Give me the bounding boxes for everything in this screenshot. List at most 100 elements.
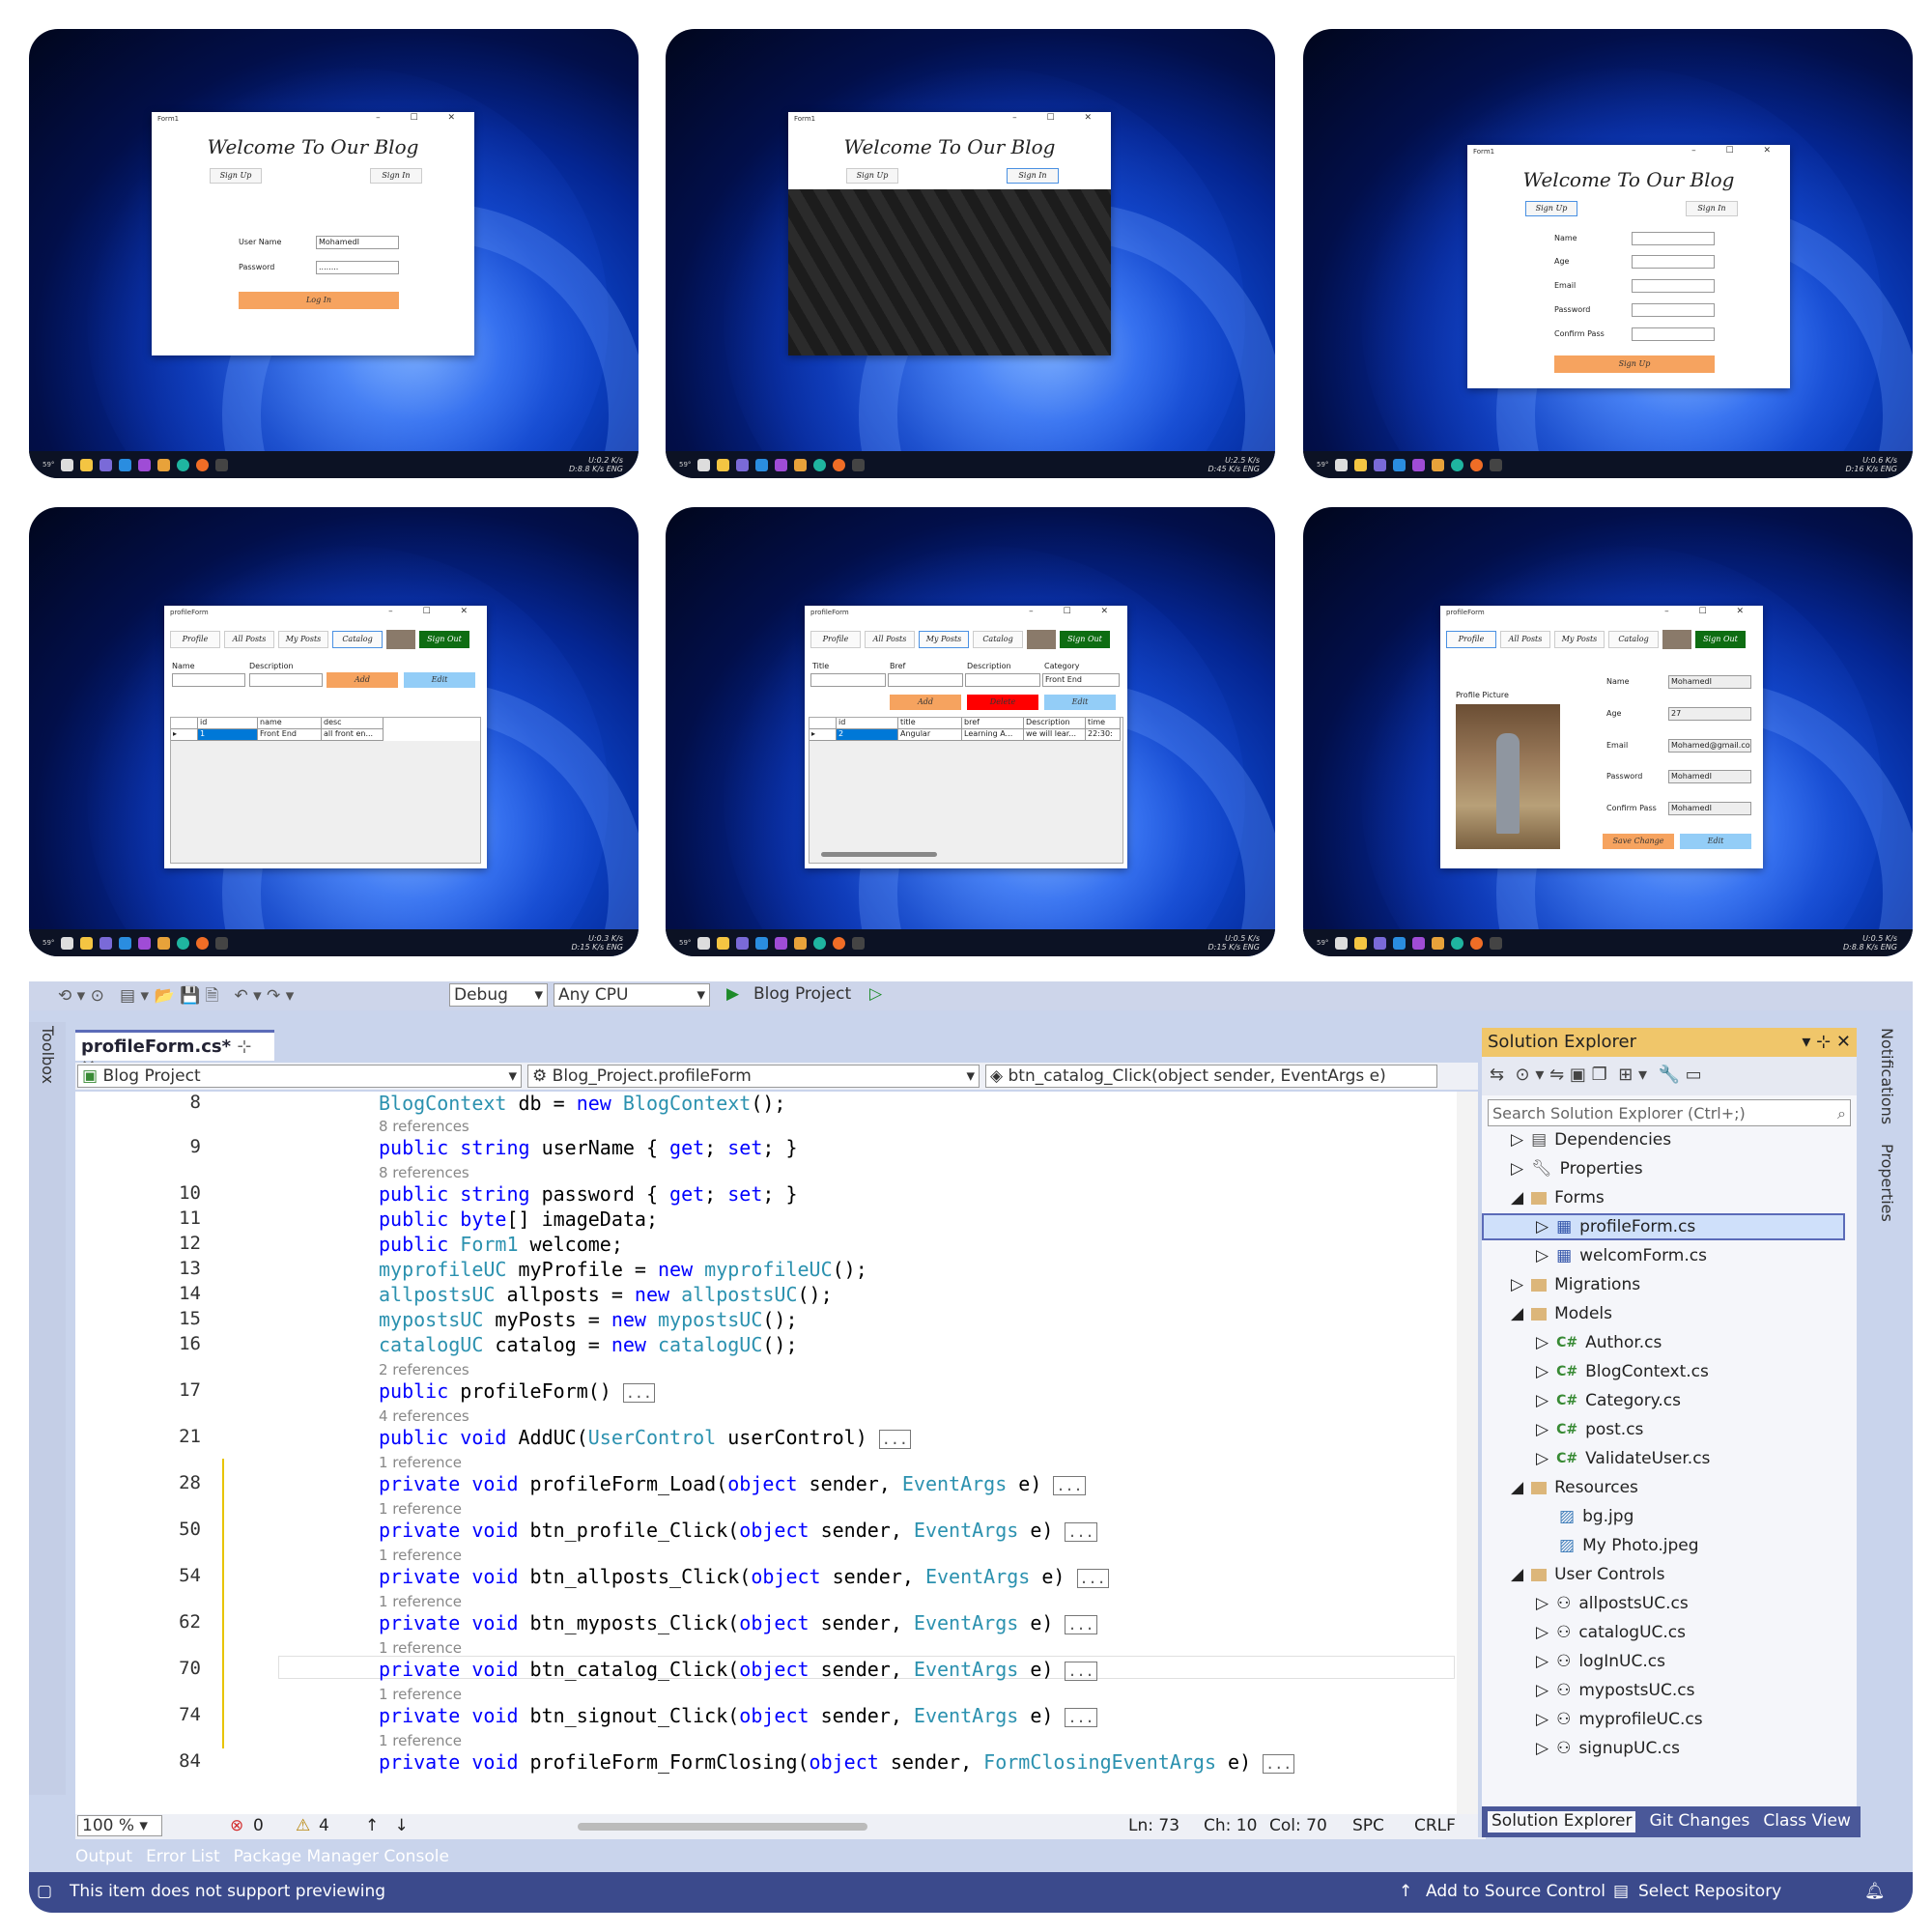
app-icon[interactable] bbox=[794, 458, 808, 471]
warning-count[interactable]: 4 bbox=[319, 1816, 329, 1835]
vscode-icon[interactable] bbox=[119, 936, 132, 950]
tab-solution-explorer[interactable]: Solution Explorer bbox=[1488, 1811, 1636, 1833]
tree-item-forms[interactable]: ◢ Forms bbox=[1511, 1188, 1605, 1208]
tree-item-blogcontext[interactable]: ▷ C# BlogContext.cs bbox=[1536, 1362, 1709, 1381]
firefox-icon[interactable] bbox=[1470, 458, 1484, 471]
config-select[interactable]: Debug ▾ bbox=[449, 983, 548, 1007]
code-line[interactable]: allpostsUC allposts = new allpostsUC(); bbox=[379, 1283, 833, 1306]
tab-error-list[interactable]: Error List bbox=[146, 1847, 220, 1866]
nav-catalog[interactable]: Catalog bbox=[332, 631, 383, 648]
window-controls[interactable]: – ☐ ✕ bbox=[388, 607, 481, 616]
running-app-icon[interactable] bbox=[215, 458, 229, 471]
running-app-icon[interactable] bbox=[852, 458, 866, 471]
visual-studio-icon[interactable] bbox=[1412, 936, 1426, 950]
sign-out-button[interactable]: Sign Out bbox=[1695, 631, 1746, 648]
nav-catalog[interactable]: Catalog bbox=[973, 631, 1023, 648]
vscode-icon[interactable] bbox=[1393, 458, 1406, 471]
repo-icon[interactable]: ▤ bbox=[1613, 1882, 1629, 1901]
start-icon[interactable] bbox=[1335, 458, 1349, 471]
vscode-icon[interactable] bbox=[1393, 936, 1406, 950]
start-icon[interactable] bbox=[61, 936, 74, 950]
code-line[interactable]: BlogContext db = new BlogContext(); bbox=[379, 1092, 785, 1115]
code-lens[interactable]: 1 reference bbox=[379, 1639, 462, 1657]
code-lens[interactable]: 8 references bbox=[379, 1118, 469, 1135]
window-controls[interactable]: – ☐ ✕ bbox=[1029, 607, 1122, 616]
tab-class-view[interactable]: Class View bbox=[1763, 1811, 1850, 1833]
tree-item-welcomform[interactable]: ▷ ▦ welcomForm.cs bbox=[1536, 1246, 1707, 1265]
explorer-icon[interactable] bbox=[717, 936, 730, 950]
tree-item-post[interactable]: ▷ C# post.cs bbox=[1536, 1420, 1643, 1439]
code-lens[interactable]: 1 reference bbox=[379, 1500, 462, 1518]
tree-item-properties[interactable]: ▷ 🔧︎ Properties bbox=[1511, 1159, 1643, 1179]
tree-item-author[interactable]: ▷ C# Author.cs bbox=[1536, 1333, 1662, 1352]
avatar[interactable] bbox=[386, 630, 415, 649]
tree-item-mypostsuc[interactable]: ▷ ⚇ mypostsUC.cs bbox=[1536, 1681, 1694, 1700]
edge-icon[interactable] bbox=[1451, 458, 1464, 471]
teams-icon[interactable] bbox=[1374, 936, 1387, 950]
start-icon[interactable] bbox=[1335, 936, 1349, 950]
horizontal-scrollbar[interactable] bbox=[821, 852, 937, 857]
code-line[interactable]: private void btn_catalog_Click(object se… bbox=[379, 1658, 1097, 1681]
nav-catalog[interactable]: Catalog bbox=[1608, 631, 1659, 648]
add-source-control[interactable]: Add to Source Control bbox=[1426, 1882, 1605, 1901]
confirm-pass-input[interactable] bbox=[1632, 327, 1715, 341]
explorer-icon[interactable] bbox=[1354, 936, 1368, 950]
firefox-icon[interactable] bbox=[196, 936, 210, 950]
description-input[interactable] bbox=[249, 673, 323, 687]
code-lens[interactable]: 1 reference bbox=[379, 1547, 462, 1564]
code-line[interactable]: public string password { get; set; } bbox=[379, 1182, 798, 1206]
teams-icon[interactable] bbox=[99, 936, 113, 950]
class-combo[interactable]: ⚙ Blog_Project.profileForm ▾ bbox=[527, 1065, 980, 1088]
nav-my-posts[interactable]: My Posts bbox=[919, 631, 969, 648]
code-line[interactable]: public Form1 welcome; bbox=[379, 1233, 623, 1256]
app-icon[interactable] bbox=[1432, 458, 1445, 471]
visual-studio-icon[interactable] bbox=[775, 458, 788, 471]
window-controls[interactable]: – ☐ ✕ bbox=[1012, 113, 1105, 123]
solution-tree[interactable]: ▷ ▤ Dependencies ▷ 🔧︎ Properties ◢ Forms ▷… bbox=[1482, 1130, 1861, 1772]
app-icon[interactable] bbox=[1432, 936, 1445, 950]
age-field[interactable]: 27 bbox=[1668, 707, 1751, 721]
edge-icon[interactable] bbox=[177, 458, 190, 471]
login-button[interactable]: Log In bbox=[239, 292, 399, 309]
explorer-icon[interactable] bbox=[717, 458, 730, 471]
line-ending-indicator[interactable]: CRLF bbox=[1414, 1816, 1456, 1835]
tab-output[interactable]: Output bbox=[75, 1847, 132, 1866]
code-line[interactable]: private void btn_allposts_Click(object s… bbox=[379, 1565, 1109, 1588]
start-icon[interactable] bbox=[697, 936, 711, 950]
firefox-icon[interactable] bbox=[196, 458, 210, 471]
solution-search[interactable]: Search Solution Explorer (Ctrl+;) ⌕ bbox=[1488, 1099, 1851, 1126]
error-count[interactable]: 0 bbox=[253, 1816, 264, 1835]
password-input[interactable]: ........ bbox=[316, 261, 399, 274]
nav-all-posts[interactable]: All Posts bbox=[224, 631, 274, 648]
run-target[interactable]: Blog Project bbox=[753, 984, 851, 1004]
window-controls[interactable]: – ☐ ✕ bbox=[376, 113, 469, 123]
teams-icon[interactable] bbox=[736, 936, 750, 950]
name-field[interactable]: MohamedI bbox=[1668, 675, 1751, 689]
email-input[interactable] bbox=[1632, 279, 1715, 293]
code-line[interactable]: catalogUC catalog = new catalogUC(); bbox=[379, 1333, 798, 1356]
vscode-icon[interactable] bbox=[755, 458, 769, 471]
tree-item-cataloguc[interactable]: ▷ ⚇ catalogUC.cs bbox=[1536, 1623, 1686, 1642]
firefox-icon[interactable] bbox=[833, 936, 846, 950]
code-lens[interactable]: 8 references bbox=[379, 1164, 469, 1181]
tab-package-manager[interactable]: Package Manager Console bbox=[234, 1847, 449, 1866]
nav-profile[interactable]: Profile bbox=[810, 631, 861, 648]
warning-icon[interactable]: ⚠ bbox=[296, 1816, 310, 1835]
run-icon[interactable]: ▶ bbox=[726, 984, 739, 1004]
save-change-button[interactable]: Save Change bbox=[1603, 834, 1674, 849]
tab-sign-up[interactable]: Sign Up bbox=[210, 168, 262, 184]
search-icon[interactable]: ⌕ bbox=[1837, 1104, 1846, 1123]
toolbar-icons[interactable]: ⟲ ▾ ⊙ ▤ ▾ 📂 💾 🗎 ↶ ▾ ↷ ▾ bbox=[58, 983, 294, 1011]
teams-icon[interactable] bbox=[1374, 458, 1387, 471]
tree-item-myphoto[interactable]: ▨ My Photo.jpeg bbox=[1559, 1536, 1699, 1555]
tree-item-allpostsuc[interactable]: ▷ ⚇ allpostsUC.cs bbox=[1536, 1594, 1689, 1613]
tab-sign-in[interactable]: Sign In bbox=[1007, 168, 1059, 184]
edge-icon[interactable] bbox=[813, 458, 827, 471]
run-without-debug-icon[interactable]: ▷ bbox=[869, 984, 882, 1004]
nav-my-posts[interactable]: My Posts bbox=[1554, 631, 1605, 648]
bref-input[interactable] bbox=[888, 673, 963, 687]
name-input[interactable] bbox=[172, 673, 245, 687]
avatar[interactable] bbox=[1027, 630, 1056, 649]
code-line[interactable]: public string userName { get; set; } bbox=[379, 1136, 798, 1159]
visual-studio-icon[interactable] bbox=[138, 936, 152, 950]
